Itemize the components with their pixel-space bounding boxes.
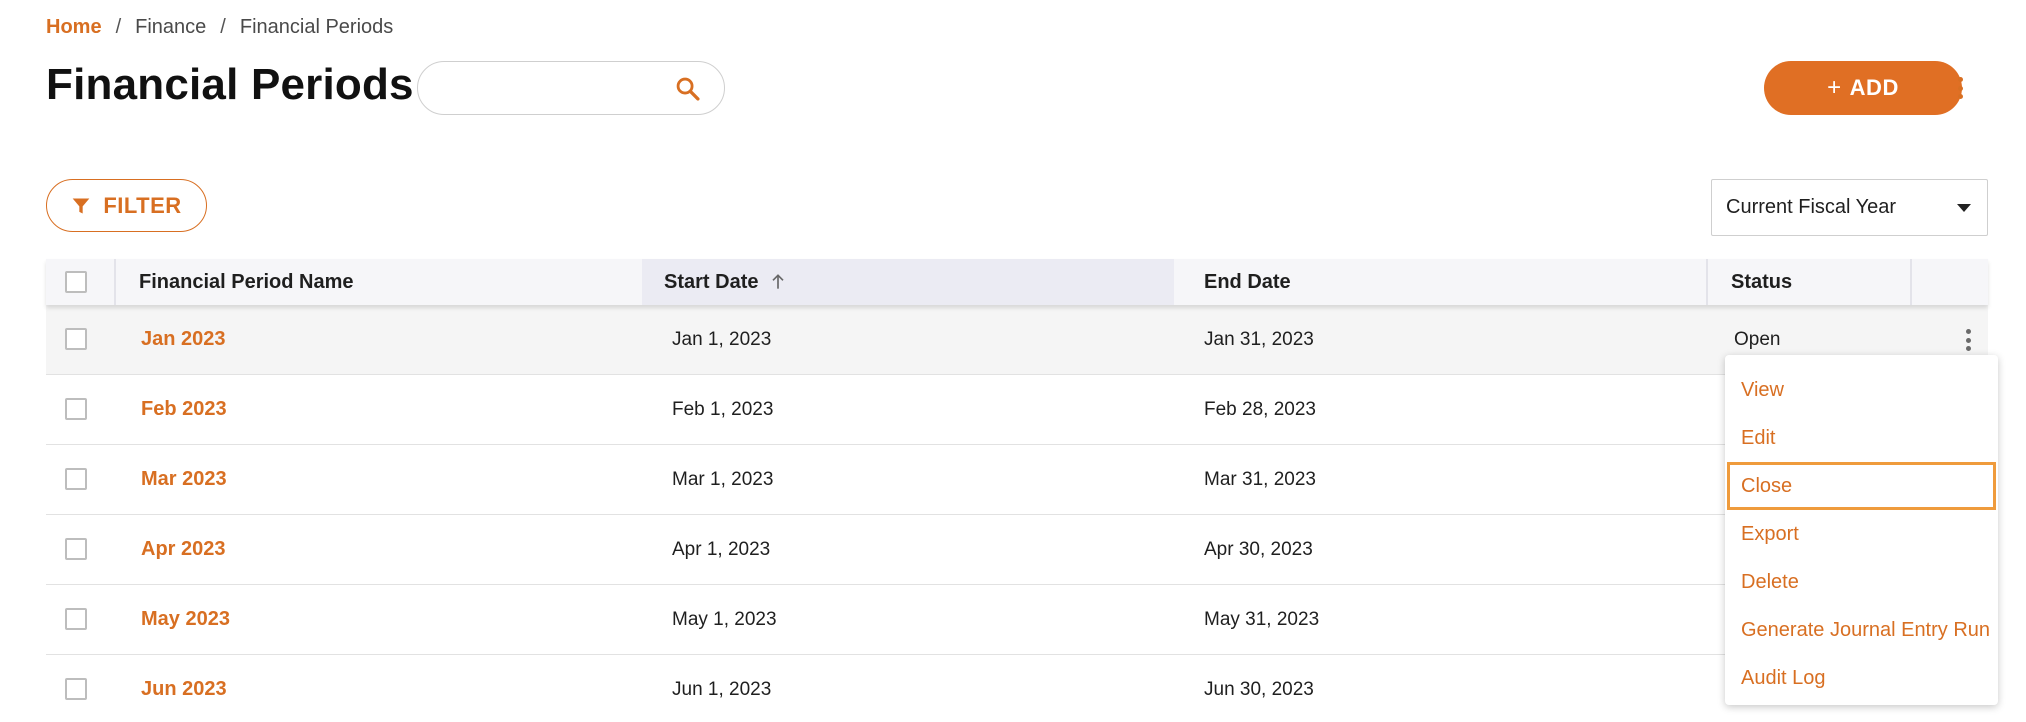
menu-item-view[interactable]: View <box>1725 366 1998 414</box>
table-row[interactable]: Jun 2023 Jun 1, 2023 Jun 30, 2023 <box>46 655 1988 722</box>
period-name-link[interactable]: Feb 2023 <box>141 375 227 444</box>
column-header-end-date[interactable]: End Date <box>1204 259 1704 305</box>
column-header-start-date[interactable]: Start Date <box>642 259 1174 305</box>
period-name-link[interactable]: May 2023 <box>141 585 230 654</box>
financial-periods-table: Financial Period Name Start Date End Dat… <box>46 259 1988 722</box>
column-header-status[interactable]: Status <box>1731 259 1931 305</box>
breadcrumb-separator: / <box>220 15 226 38</box>
arrow-up-icon <box>772 274 785 289</box>
menu-item-close[interactable]: Close <box>1727 462 1996 510</box>
breadcrumb-home[interactable]: Home <box>46 16 102 39</box>
menu-item-edit[interactable]: Edit <box>1725 414 1998 462</box>
column-divider <box>114 259 116 305</box>
search-box <box>417 61 725 115</box>
filter-button[interactable]: FILTER <box>46 179 207 232</box>
more-vertical-icon[interactable] <box>1956 325 1980 355</box>
menu-item-delete[interactable]: Delete <box>1725 558 1998 606</box>
column-header-start-label: Start Date <box>664 270 759 293</box>
table-row[interactable]: May 2023 May 1, 2023 May 31, 2023 <box>46 585 1988 655</box>
search-input[interactable] <box>436 70 656 106</box>
end-date-cell: Jun 30, 2023 <box>1204 678 1314 700</box>
row-checkbox[interactable] <box>65 468 87 490</box>
fiscal-year-select-value: Current Fiscal Year <box>1726 196 1897 218</box>
end-date-cell: Feb 28, 2023 <box>1204 398 1316 420</box>
breadcrumb-current: Financial Periods <box>239 15 394 38</box>
column-divider <box>1910 259 1912 305</box>
select-all-checkbox[interactable] <box>65 271 87 293</box>
table-body: Jan 2023 Jan 1, 2023 Jan 31, 2023 Open Feb 2… <box>46 305 1988 722</box>
period-name-link[interactable]: Jan 2023 <box>141 305 226 374</box>
column-header-end-label: End Date <box>1204 270 1291 293</box>
period-name-link[interactable]: Jun 2023 <box>141 655 227 722</box>
add-button-label: ADD <box>1849 75 1899 100</box>
start-date-cell: May 1, 2023 <box>672 608 777 630</box>
more-vertical-icon[interactable] <box>1948 73 1972 103</box>
caret-down-icon <box>1957 204 1971 212</box>
search-icon[interactable] <box>674 75 702 103</box>
end-date-cell: Mar 31, 2023 <box>1204 468 1316 490</box>
table-header: Financial Period Name Start Date End Dat… <box>46 259 1988 305</box>
filter-button-label: FILTER <box>103 192 182 218</box>
row-checkbox[interactable] <box>65 538 87 560</box>
row-checkbox[interactable] <box>65 398 87 420</box>
column-header-name[interactable]: Financial Period Name <box>139 259 639 305</box>
row-checkbox[interactable] <box>65 328 87 350</box>
table-row[interactable]: Jan 2023 Jan 1, 2023 Jan 31, 2023 Open <box>46 305 1988 375</box>
period-name-link[interactable]: Mar 2023 <box>141 445 227 514</box>
table-row[interactable]: Apr 2023 Apr 1, 2023 Apr 30, 2023 <box>46 515 1988 585</box>
start-date-cell: Jan 1, 2023 <box>672 328 772 350</box>
breadcrumb-finance[interactable]: Finance <box>135 16 206 39</box>
table-row[interactable]: Mar 2023 Mar 1, 2023 Mar 31, 2023 <box>46 445 1988 515</box>
breadcrumb: Home / Finance / Financial Periods <box>46 14 393 40</box>
column-divider <box>1706 259 1708 305</box>
start-date-cell: Mar 1, 2023 <box>672 468 774 490</box>
start-date-cell: Feb 1, 2023 <box>672 398 774 420</box>
add-button[interactable]: + ADD <box>1764 61 1962 115</box>
column-header-name-label: Financial Period Name <box>139 270 354 293</box>
menu-item-export[interactable]: Export <box>1725 510 1998 558</box>
period-name-link[interactable]: Apr 2023 <box>141 515 226 584</box>
table-row[interactable]: Feb 2023 Feb 1, 2023 Feb 28, 2023 <box>46 375 1988 445</box>
page-title: Financial Periods <box>46 60 414 109</box>
filter-icon <box>72 198 90 213</box>
row-checkbox[interactable] <box>65 608 87 630</box>
breadcrumb-separator: / <box>115 15 122 38</box>
menu-item-generate-journal-entry-run[interactable]: Generate Journal Entry Run <box>1725 606 1998 654</box>
end-date-cell: Apr 30, 2023 <box>1204 538 1313 560</box>
end-date-cell: Jan 31, 2023 <box>1204 328 1314 350</box>
fiscal-year-select[interactable]: Current Fiscal Year <box>1711 179 1988 236</box>
start-date-cell: Jun 1, 2023 <box>672 678 772 700</box>
column-header-status-label: Status <box>1731 270 1793 293</box>
menu-item-audit-log[interactable]: Audit Log <box>1725 654 1998 702</box>
start-date-cell: Apr 1, 2023 <box>672 538 771 560</box>
end-date-cell: May 31, 2023 <box>1204 608 1320 630</box>
row-checkbox[interactable] <box>65 678 87 700</box>
plus-icon: + <box>1827 74 1842 101</box>
row-actions-menu: View Edit Close Export Delete Generate Journa… <box>1725 355 1998 705</box>
